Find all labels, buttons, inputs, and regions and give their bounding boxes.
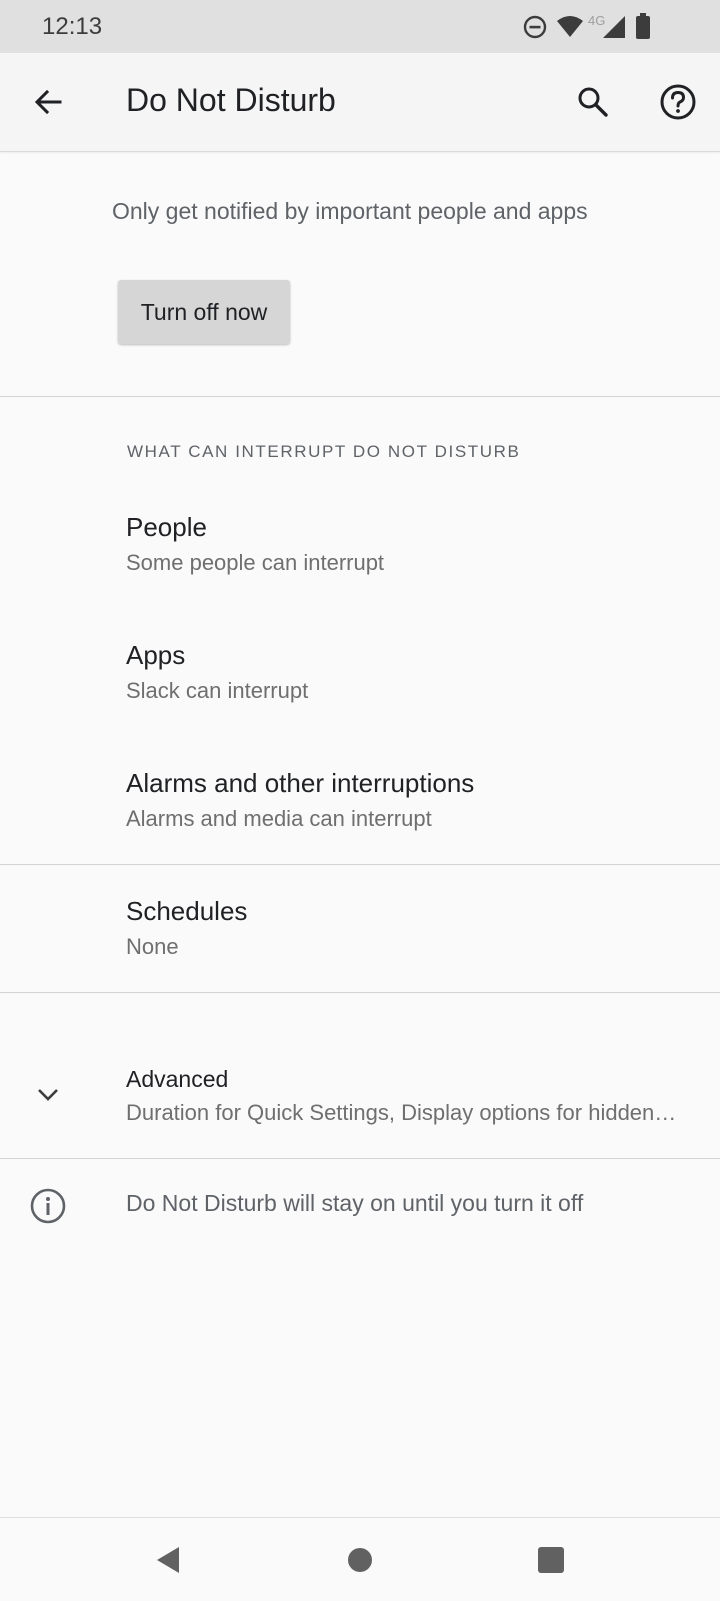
- status-icons: 4G: [522, 12, 682, 42]
- battery-icon: [636, 13, 650, 44]
- chevron-down-icon: [24, 1070, 72, 1118]
- alarms-summary: Alarms and media can interrupt: [126, 806, 432, 831]
- navigation-bar: [0, 1517, 720, 1601]
- people-title: People: [126, 512, 207, 542]
- section-header: WHAT CAN INTERRUPT DO NOT DISTURB: [127, 442, 521, 461]
- divider: [0, 396, 720, 397]
- nav-home-icon[interactable]: [336, 1536, 384, 1584]
- advanced-summary: Duration for Quick Settings, Display opt…: [126, 1100, 682, 1125]
- signal-icon: [602, 15, 626, 44]
- apps-title: Apps: [126, 640, 186, 670]
- apps-summary: Slack can interrupt: [126, 678, 309, 703]
- footer-info-text: Do Not Disturb will stay on until you tu…: [126, 1190, 584, 1216]
- people-summary: Some people can interrupt: [126, 550, 385, 575]
- nav-recents-icon[interactable]: [527, 1536, 575, 1584]
- turn-off-now-button[interactable]: Turn off now: [118, 280, 290, 344]
- alarms-preference[interactable]: Alarms and other interruptions Alarms an…: [0, 750, 720, 860]
- info-icon: [24, 1182, 72, 1230]
- alarms-title: Alarms and other interruptions: [126, 768, 475, 798]
- apps-preference[interactable]: Apps Slack can interrupt: [0, 622, 720, 732]
- divider: [0, 992, 720, 993]
- wifi-icon: [556, 15, 584, 44]
- dnd-icon: [522, 14, 548, 45]
- divider: [0, 864, 720, 865]
- intro-text: Only get notified by important people an…: [112, 198, 588, 224]
- schedules-summary: None: [126, 934, 179, 959]
- status-bar: 12:13 4G: [0, 0, 720, 53]
- schedules-title: Schedules: [126, 896, 248, 926]
- nav-back-icon[interactable]: [144, 1536, 192, 1584]
- advanced-title: Advanced: [126, 1066, 229, 1092]
- divider: [0, 1158, 720, 1159]
- help-icon[interactable]: [654, 78, 702, 126]
- status-time: 12:13: [42, 13, 103, 40]
- schedules-preference[interactable]: Schedules None: [0, 878, 720, 988]
- page-title: Do Not Disturb: [126, 82, 336, 118]
- people-preference[interactable]: People Some people can interrupt: [0, 494, 720, 604]
- app-bar: Do Not Disturb: [0, 53, 720, 152]
- back-arrow-icon[interactable]: [24, 78, 72, 126]
- search-icon[interactable]: [569, 78, 617, 126]
